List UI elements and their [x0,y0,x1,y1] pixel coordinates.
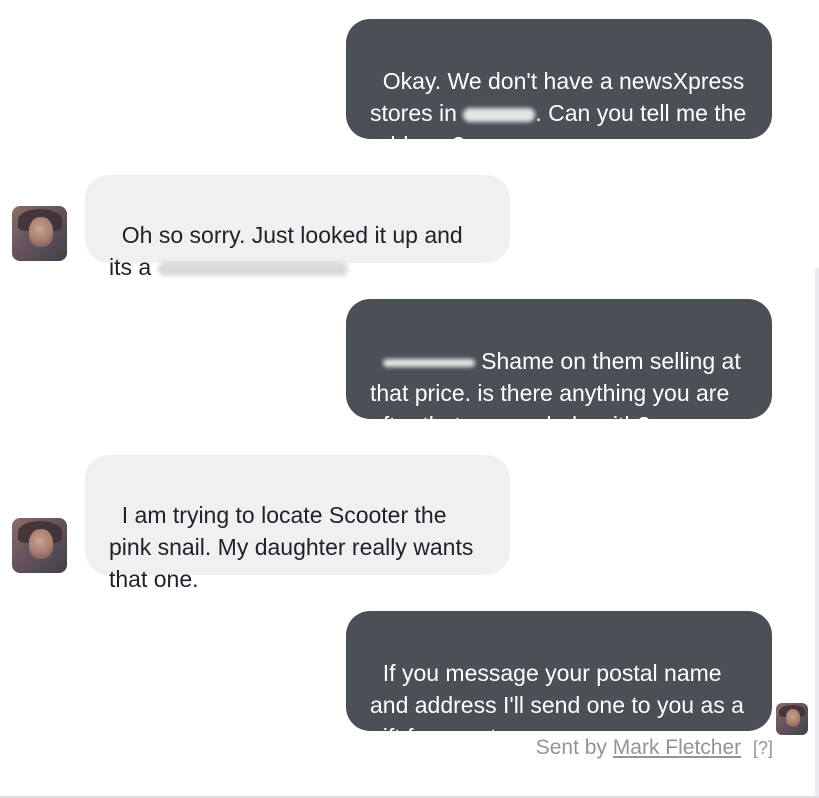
redacted-text [157,261,348,276]
sent-by-label: Sent by Mark Fletcher [?] [536,736,773,760]
avatar-face [28,529,54,560]
contact-avatar[interactable] [12,518,67,573]
contact-avatar[interactable] [12,206,67,261]
sent-by-prefix: Sent by [535,736,607,759]
seen-avatar [776,703,808,735]
message-text: I am trying to locate Scooter the pink s… [109,502,480,592]
outgoing-message-bubble: Okay. We don't have a newsXpress stores … [346,19,772,158]
scrollbar[interactable] [815,268,819,798]
help-link[interactable]: [?] [753,738,773,758]
redacted-text [382,358,475,367]
incoming-message-bubble: I am trying to locate Scooter the pink s… [85,455,510,592]
outgoing-message-bubble: Shame on them selling at that price. is … [346,299,772,438]
avatar-face [28,217,54,248]
incoming-message-bubble: Oh so sorry. Just looked it up and its a [85,175,510,280]
avatar-face [785,709,800,727]
outgoing-message-bubble: If you message your postal name and addr… [346,611,772,750]
redacted-text [463,107,536,122]
sent-by-author-link[interactable]: Mark Fletcher [613,736,741,759]
